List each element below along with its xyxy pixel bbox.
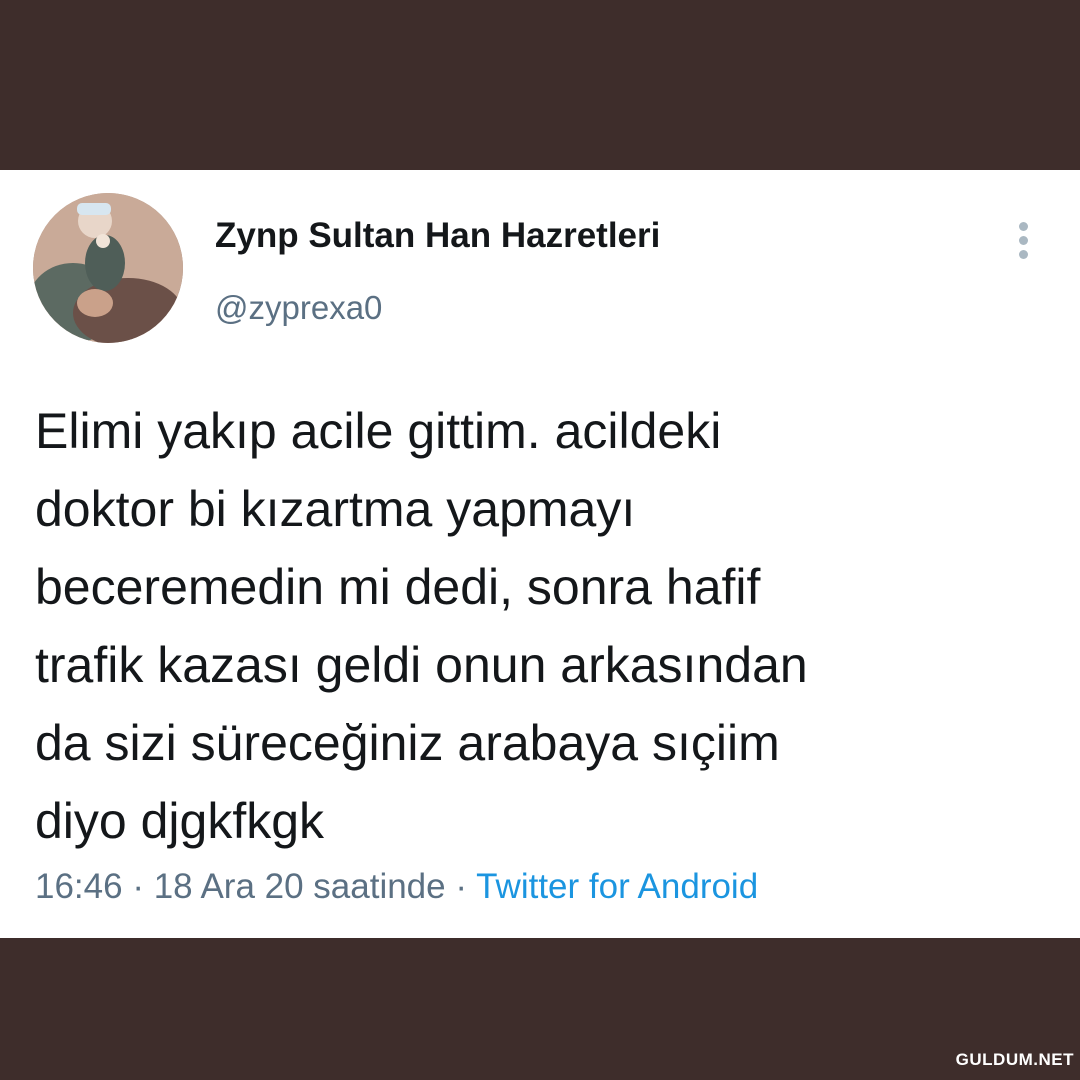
avatar-photo xyxy=(33,193,183,343)
tweet-date[interactable]: 18 Ara 20 saatinde xyxy=(154,867,446,906)
tweet-text-line: diyo djgkfkgk xyxy=(35,793,325,849)
tweet-meta: 16:46 · 18 Ara 20 saatinde · Twitter for… xyxy=(35,867,758,907)
tweet-text: Elimi yakıp acile gittim. acildeki dokto… xyxy=(35,392,1045,860)
tweet-text-line: beceremedin mi dedi, sonra hafif xyxy=(35,559,761,615)
display-name[interactable]: Zynp Sultan Han Hazretleri xyxy=(215,216,660,256)
watermark: GULDUM.NET xyxy=(955,1050,1074,1069)
tweet-text-line: doktor bi kızartma yapmayı xyxy=(35,481,636,537)
user-handle[interactable]: @zyprexa0 xyxy=(215,289,382,327)
more-vertical-icon[interactable] xyxy=(1012,220,1036,260)
tweet-text-line: da sizi süreceğiniz arabaya sıçiim xyxy=(35,715,780,771)
tweet-text-line: Elimi yakıp acile gittim. acildeki xyxy=(35,403,722,459)
meta-separator: · xyxy=(132,867,144,906)
avatar[interactable] xyxy=(33,193,183,343)
tweet-text-line: trafik kazası geldi onun arkasından xyxy=(35,637,808,693)
tweet-card: Zynp Sultan Han Hazretleri @zyprexa0 Eli… xyxy=(0,170,1080,938)
tweet-time[interactable]: 16:46 xyxy=(35,867,123,906)
meta-separator: · xyxy=(455,867,468,906)
tweet-source-link[interactable]: Twitter for Android xyxy=(476,867,758,906)
